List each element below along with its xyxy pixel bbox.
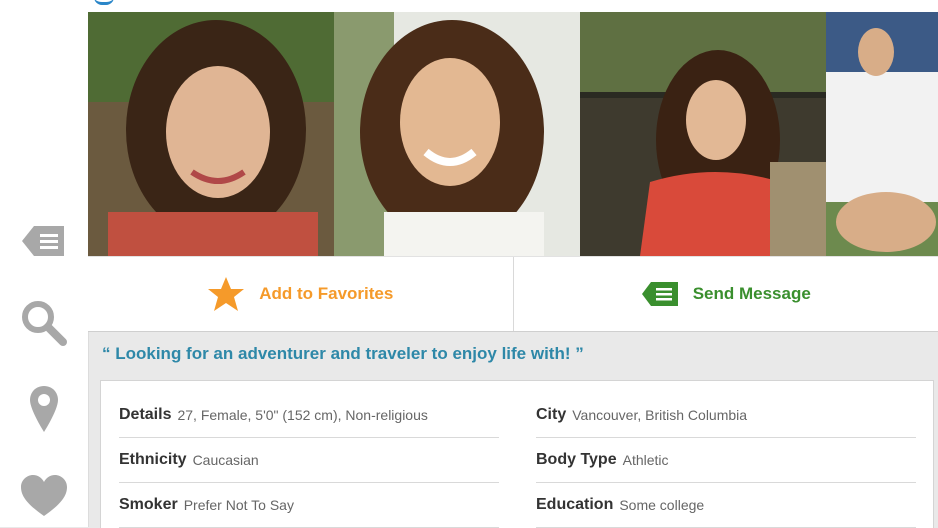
star-icon: [207, 276, 245, 312]
send-message-label: Send Message: [693, 284, 811, 304]
profile-photo[interactable]: [334, 12, 580, 256]
add-to-favorites-label: Add to Favorites: [259, 284, 393, 304]
detail-row-city: City Vancouver, British Columbia: [536, 393, 916, 438]
detail-label: Education: [536, 496, 613, 514]
sidebar-item-search[interactable]: [0, 298, 88, 348]
detail-row-ethnicity: Ethnicity Caucasian: [119, 438, 499, 483]
message-bubble-icon: [641, 281, 679, 307]
profile-actions: Add to Favorites Send Message: [88, 256, 938, 332]
send-message-button[interactable]: Send Message: [513, 257, 938, 331]
detail-label: City: [536, 406, 566, 424]
detail-value: Prefer Not To Say: [184, 497, 294, 513]
detail-value: Vancouver, British Columbia: [572, 407, 747, 423]
detail-label: Smoker: [119, 496, 178, 514]
detail-row-details: Details 27, Female, 5'0" (152 cm), Non-r…: [119, 393, 499, 438]
profile-photo[interactable]: [88, 12, 334, 256]
detail-label: Details: [119, 406, 171, 424]
location-pin-icon: [27, 384, 61, 434]
detail-label: Ethnicity: [119, 451, 187, 469]
sidebar-nav: [0, 0, 89, 527]
detail-label: Body Type: [536, 451, 617, 469]
detail-row-smoker: Smoker Prefer Not To Say: [119, 483, 499, 528]
profile-tagline: “ Looking for an adventurer and traveler…: [102, 344, 922, 364]
sidebar-item-messages[interactable]: [0, 224, 88, 258]
messages-icon: [20, 224, 68, 258]
add-to-favorites-button[interactable]: Add to Favorites: [88, 257, 513, 331]
sidebar-item-location[interactable]: [0, 384, 88, 434]
detail-row-education: Education Some college: [536, 483, 916, 528]
search-icon: [19, 298, 69, 348]
sidebar-item-favorites[interactable]: [0, 474, 88, 518]
details-left-column: Details 27, Female, 5'0" (152 cm), Non-r…: [119, 393, 499, 528]
profile-details: Details 27, Female, 5'0" (152 cm), Non-r…: [100, 380, 934, 528]
detail-row-body-type: Body Type Athletic: [536, 438, 916, 483]
detail-value: Caucasian: [193, 452, 259, 468]
detail-value: Some college: [619, 497, 704, 513]
profile-photo[interactable]: [580, 12, 826, 256]
top-accent-mark: [94, 0, 114, 5]
photo-gallery[interactable]: [88, 12, 938, 256]
details-right-column: City Vancouver, British Columbia Body Ty…: [536, 393, 916, 528]
detail-value: Athletic: [623, 452, 669, 468]
profile-photo[interactable]: [826, 12, 938, 256]
heart-icon: [19, 474, 69, 518]
detail-value: 27, Female, 5'0" (152 cm), Non-religious: [177, 407, 427, 423]
